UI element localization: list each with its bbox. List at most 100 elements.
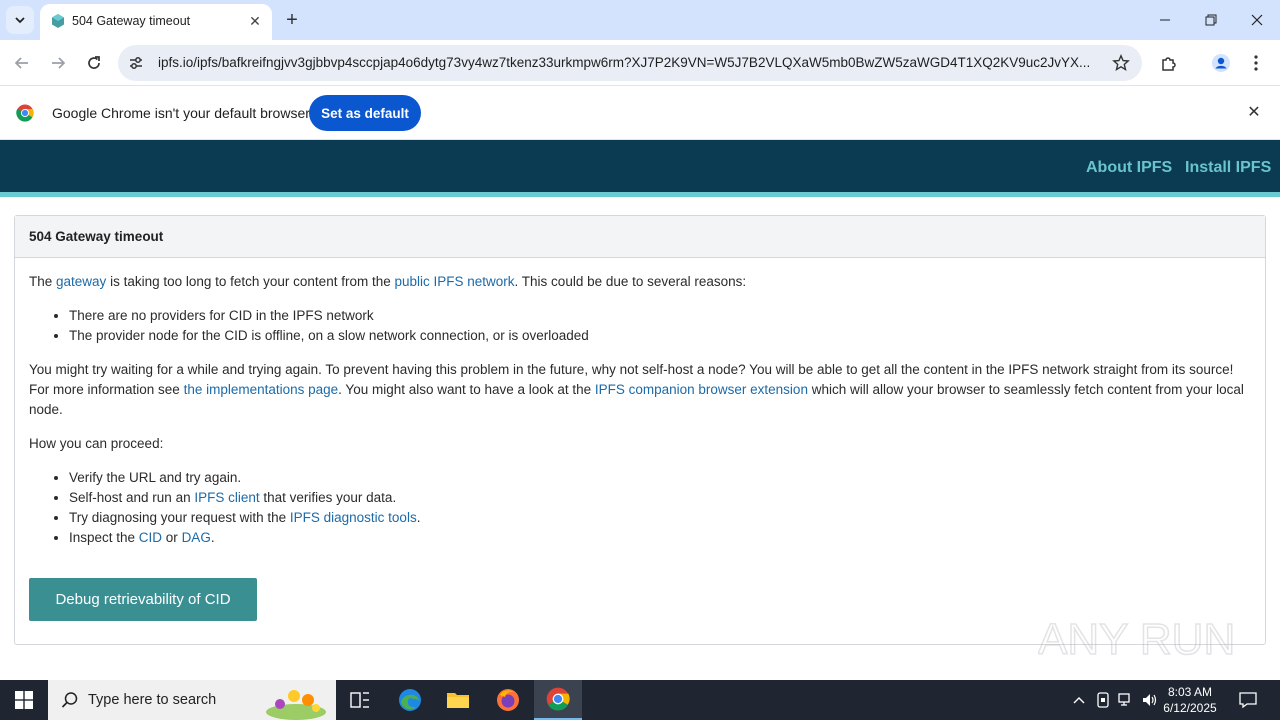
chrome-logo-icon	[16, 104, 34, 122]
network-icon	[1118, 693, 1130, 706]
profile-icon	[1212, 54, 1230, 72]
ipfs-diagnostic-tools-link[interactable]: IPFS diagnostic tools	[290, 510, 417, 525]
step-text: .	[210, 530, 215, 545]
tab-title: 504 Gateway timeout	[72, 14, 191, 28]
debug-retrievability-button[interactable]: Debug retrievability of CID	[29, 578, 257, 621]
chevron-up-icon	[1073, 697, 1085, 704]
minimize-button[interactable]	[1142, 0, 1188, 40]
intro-text: The	[29, 274, 57, 289]
infobar-message: Google Chrome isn't your default browser	[52, 105, 310, 121]
card-body: The gateway is taking too long to fetch …	[15, 258, 1265, 635]
set-as-default-button[interactable]: Set as default	[309, 95, 421, 131]
clock-time: 8:03 AM	[1167, 685, 1213, 699]
about-ipfs-link[interactable]: About IPFS	[1086, 159, 1172, 177]
ipfs-client-link[interactable]: IPFS client	[194, 490, 259, 505]
advice-text: . You might also want to have a look at …	[338, 382, 595, 397]
site-info-icon[interactable]	[124, 51, 148, 75]
edge-taskbar-button[interactable]	[386, 680, 434, 720]
proceed-heading: How you can proceed:	[29, 436, 164, 451]
cid-link[interactable]: CID	[139, 530, 162, 545]
card-title: 504 Gateway timeout	[15, 216, 1265, 258]
network-tray-icon[interactable]	[1115, 680, 1137, 720]
watermark-text: ANY RUN	[1038, 615, 1235, 664]
step-text: Try diagnosing your request with the	[69, 510, 290, 525]
task-view-button[interactable]	[336, 680, 384, 720]
show-hidden-icons-button[interactable]	[1068, 680, 1090, 720]
browser-toolbar: ipfs.io/ipfs/bafkreifngjvv3gjbbvp4sccpja…	[0, 40, 1280, 86]
restore-icon	[1205, 14, 1217, 26]
minimize-icon	[1160, 19, 1170, 21]
notification-icon	[1239, 692, 1257, 709]
file-explorer-button[interactable]	[434, 680, 482, 720]
active-tab[interactable]: 504 Gateway timeout ✕	[40, 4, 272, 40]
reload-button[interactable]	[80, 49, 108, 77]
search-placeholder: Type here to search	[88, 692, 217, 708]
list-item: The provider node for the CID is offline…	[69, 326, 1251, 346]
intro-paragraph: The gateway is taking too long to fetch …	[29, 272, 1251, 292]
reload-icon	[88, 56, 100, 69]
list-item: Verify the URL and try again.	[69, 468, 1251, 488]
anyrun-watermark-logo: ANY RUN	[1038, 614, 1236, 665]
arrow-left-icon	[14, 57, 28, 69]
extensions-button[interactable]	[1155, 49, 1183, 77]
gateway-link[interactable]: gateway	[56, 274, 106, 289]
search-icon	[61, 692, 78, 708]
infobar-close-icon[interactable]: ✕	[1244, 102, 1264, 122]
new-tab-button[interactable]: +	[280, 8, 304, 32]
firefox-icon	[497, 689, 519, 711]
device-tray-icon[interactable]	[1092, 680, 1114, 720]
dag-link[interactable]: DAG	[182, 530, 211, 545]
intro-text: . This could be due to several reasons:	[514, 274, 747, 289]
device-icon	[1097, 692, 1109, 708]
ipfs-companion-link[interactable]: IPFS companion browser extension	[595, 382, 808, 397]
notification-center-button[interactable]	[1236, 680, 1260, 720]
reasons-list: There are no providers for CID in the IP…	[69, 306, 1251, 346]
kebab-menu-icon	[1254, 55, 1258, 71]
steps-list: Verify the URL and try again. Self-host …	[69, 468, 1251, 548]
implementations-page-link[interactable]: the implementations page	[184, 382, 339, 397]
list-item: Try diagnosing your request with the IPF…	[69, 508, 1251, 528]
restore-button[interactable]	[1188, 0, 1234, 40]
forward-button[interactable]	[44, 49, 72, 77]
url-text[interactable]: ipfs.io/ipfs/bafkreifngjvv3gjbbvp4sccpja…	[158, 55, 1102, 70]
firefox-taskbar-button[interactable]	[484, 680, 532, 720]
default-browser-infobar: Google Chrome isn't your default browser…	[0, 86, 1280, 140]
ipfs-favicon-icon	[52, 14, 64, 28]
advice-paragraph: You might try waiting for a while and tr…	[29, 360, 1251, 420]
step-text: .	[416, 510, 421, 525]
task-view-icon	[350, 692, 369, 708]
install-ipfs-link[interactable]: Install IPFS	[1185, 159, 1271, 177]
chevron-down-icon	[15, 17, 25, 24]
start-button[interactable]	[0, 680, 48, 720]
windows-logo-icon	[15, 691, 33, 709]
search-highlight-flowers-icon	[266, 690, 326, 720]
volume-tray-icon[interactable]	[1139, 680, 1161, 720]
address-bar[interactable]: ipfs.io/ipfs/bafkreifngjvv3gjbbvp4sccpja…	[118, 45, 1142, 81]
folder-icon	[447, 693, 469, 708]
tab-search-button[interactable]	[6, 6, 34, 34]
public-ipfs-network-link[interactable]: public IPFS network	[394, 274, 514, 289]
taskbar-clock[interactable]: 8:03 AM 6/12/2025	[1160, 684, 1220, 716]
tab-close-icon[interactable]: ✕	[246, 12, 264, 30]
chrome-icon	[546, 687, 570, 711]
list-item: There are no providers for CID in the IP…	[69, 306, 1251, 326]
close-icon	[1251, 14, 1263, 26]
error-card: 504 Gateway timeout The gateway is takin…	[14, 215, 1266, 645]
profile-button[interactable]	[1207, 49, 1235, 77]
list-item: Inspect the CID or DAG.	[69, 528, 1251, 548]
ipfs-header: About IPFS Install IPFS	[0, 140, 1280, 197]
speaker-icon	[1143, 694, 1157, 706]
bookmark-star-icon[interactable]	[1110, 52, 1132, 74]
taskbar-search-box[interactable]: Type here to search	[48, 680, 336, 720]
list-item: Self-host and run an IPFS client that ve…	[69, 488, 1251, 508]
close-window-button[interactable]	[1234, 0, 1280, 40]
step-text: that verifies your data.	[259, 490, 397, 505]
arrow-right-icon	[52, 57, 66, 69]
step-text: Inspect the	[69, 530, 139, 545]
back-button[interactable]	[8, 49, 36, 77]
chrome-taskbar-button[interactable]	[534, 680, 582, 720]
clock-date: 6/12/2025	[1163, 701, 1217, 715]
intro-text: is taking too long to fetch your content…	[106, 274, 395, 289]
tab-strip: 504 Gateway timeout ✕ +	[0, 0, 1280, 40]
menu-button[interactable]	[1242, 49, 1270, 77]
